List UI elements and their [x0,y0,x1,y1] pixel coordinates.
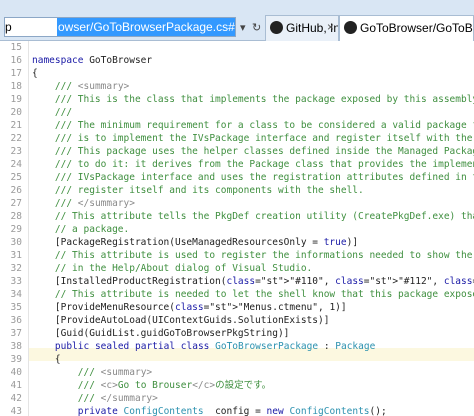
line-number: 32 [10,263,22,274]
line-number: 31 [10,250,22,261]
line-number: 23 [10,146,22,157]
line-number: 21 [10,120,22,131]
dropdown-icon[interactable]: ▾ [240,21,246,34]
code-line: [InstalledProductRegistration(class="st"… [32,276,474,287]
address-bar[interactable]: p owser/GoToBrowserPackage.cs#L39 [4,17,236,37]
line-number: 16 [10,55,22,66]
address-prefix: p [5,18,57,36]
code-line: /// This is the class that implements th… [54,94,474,105]
line-number: 38 [10,341,22,352]
line-number: 43 [10,406,22,416]
line-number: 36 [10,315,22,326]
line-number: 37 [10,328,22,339]
line-number: 26 [10,185,22,196]
code-line: [Guid(GuidList.guidGoToBrowserPkgString)… [32,328,290,339]
line-number: 41 [10,380,22,391]
browser-chrome: p owser/GoToBrowserPackage.cs#L39 ▾ ↻ Gi… [0,0,474,41]
line-number: 15 [10,42,22,53]
tab-github[interactable]: GitHub, Inc... × [265,15,339,41]
code-line: { [32,68,38,79]
code-line: /// to do it: it derives from the Packag… [54,159,474,170]
line-number: 35 [10,302,22,313]
refresh-icon[interactable]: ↻ [252,21,261,34]
code-line: /// IVsPackage interface and uses the re… [54,172,474,183]
line-number: 30 [10,237,22,248]
line-number: 24 [10,159,22,170]
line-number: 40 [10,367,22,378]
code-line: /// The minimum requirement for a class … [54,120,474,131]
code-line: namespace GoToBrowser [32,55,153,66]
code-line: [ProvideAutoLoad(UIContextGuids.Solution… [32,315,330,326]
code-line: /// [54,107,73,118]
address-selected-text: owser/GoToBrowserPackage.cs#L39 [57,18,235,36]
line-number: 27 [10,198,22,209]
code-line: /// <c>Go to Brouser</c>の設定です。 [77,380,272,391]
line-number: 25 [10,172,22,183]
code-line: /// <summary> [77,367,153,378]
code-line: /// This package uses the helper classes… [54,146,474,157]
code-line: /// </summary> [77,393,158,404]
line-number: 33 [10,276,22,287]
code-line: /// register itself and its components w… [54,185,364,196]
code-line: [PackageRegistration(UseManagedResources… [32,237,359,248]
code-line: [ProvideMenuResource(class="st">"Menus.c… [32,302,347,313]
line-number: 18 [10,81,22,92]
github-icon [270,21,283,34]
code-line: // a package. [54,224,130,235]
code-line: // in the Help/About dialog of Visual St… [54,263,313,274]
code-line: { [32,354,61,365]
code-line: /// <summary> [54,81,130,92]
gutter-divider [28,41,29,416]
line-number: 22 [10,133,22,144]
line-number: 39 [10,354,22,365]
github-icon [344,21,357,34]
line-number: 19 [10,94,22,105]
line-number: 17 [10,68,22,79]
line-number: 42 [10,393,22,404]
code-line: /// is to implement the IVsPackage inter… [54,133,474,144]
line-number: 29 [10,224,22,235]
close-icon[interactable]: × [327,20,334,34]
tab-label: GoToBrowser/GoToBro [360,21,474,35]
code-line: // This attribute is needed to let the s… [54,289,474,300]
code-line: // This attribute is used to register th… [54,250,473,261]
tab-gotobrowser[interactable]: GoToBrowser/GoToBro [339,15,474,41]
code-line: // This attribute tells the PkgDef creat… [54,211,474,222]
line-number: 28 [10,211,22,222]
code-line: private ConfigContents _config = new Con… [77,406,387,416]
code-view: 15 16 namespace GoToBrowser 17 {18 /// <summ… [0,41,474,416]
code-line: /// </summary> [54,198,135,209]
line-number: 20 [10,107,22,118]
code-line: public sealed partial class GoToBrowserP… [54,341,376,352]
line-number: 34 [10,289,22,300]
